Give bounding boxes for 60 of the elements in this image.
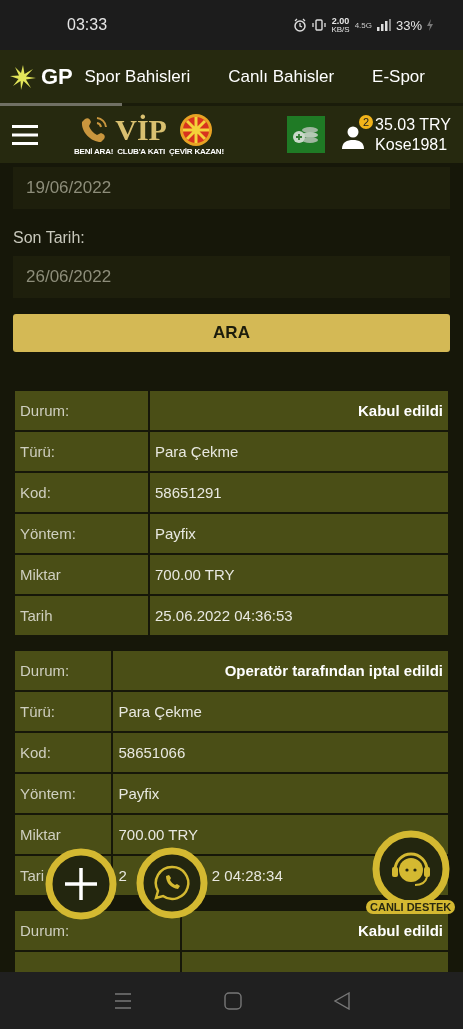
coins-icon bbox=[292, 124, 321, 145]
table-cell: 58651066 bbox=[113, 733, 448, 772]
field-label: Son Tarih: bbox=[13, 229, 86, 247]
nav-link[interactable]: Spor Bahisleri bbox=[84, 66, 191, 87]
table-cell: Kod: bbox=[15, 733, 112, 772]
table-cell: Kabul edildi bbox=[149, 391, 448, 430]
clock-time: 03:33 bbox=[67, 16, 108, 34]
table-cell: Para Çekme bbox=[113, 692, 448, 731]
table-cell: 25.06.2022 04:36:53 bbox=[149, 596, 448, 635]
deposit-button[interactable] bbox=[287, 116, 326, 153]
battery-level: 33% bbox=[395, 17, 422, 33]
speed-unit: KB/S bbox=[331, 25, 350, 34]
date-field[interactable]: 19/06/2022 bbox=[13, 167, 450, 209]
cell-text: 2 bbox=[118, 867, 127, 884]
charging-icon bbox=[427, 19, 433, 31]
network-type: 4.5G bbox=[354, 20, 372, 30]
nav-link[interactable]: Canlı Bahisler bbox=[228, 66, 335, 87]
vibrate-icon bbox=[312, 18, 327, 32]
user-icon[interactable] bbox=[341, 124, 366, 149]
add-button[interactable] bbox=[45, 848, 117, 920]
promo-label: ÇEVİR KAZAN! bbox=[168, 147, 224, 156]
table-cell: Durum: bbox=[15, 651, 112, 690]
username: Kose1981 bbox=[375, 134, 449, 155]
balance-amount: 35.03 TRY bbox=[375, 114, 451, 135]
table-cell: Durum: bbox=[15, 391, 148, 430]
table-cell: Payfix bbox=[113, 774, 448, 813]
recent-apps-icon[interactable] bbox=[113, 992, 132, 1009]
home-icon[interactable] bbox=[223, 991, 242, 1010]
table-cell: Tarih bbox=[15, 596, 148, 635]
promo-label: BENİ ARA! bbox=[74, 147, 114, 156]
support-label: CANLI DESTEK bbox=[366, 900, 456, 914]
table-cell: 58651291 bbox=[149, 473, 448, 512]
cell-text: 2 04:28:34 bbox=[211, 867, 283, 884]
prize-wheel-icon[interactable] bbox=[179, 113, 214, 147]
table-cell: Payfix bbox=[149, 514, 448, 553]
table-cell: Kod: bbox=[15, 473, 148, 512]
whatsapp-button[interactable] bbox=[136, 847, 208, 919]
search-button[interactable]: ARA bbox=[13, 314, 450, 352]
alarm-icon bbox=[293, 18, 308, 32]
date-field[interactable]: 26/06/2022 bbox=[13, 256, 450, 298]
menu-icon[interactable] bbox=[12, 124, 38, 145]
brand-logo[interactable]: GP bbox=[41, 63, 73, 90]
table-cell: Yöntem: bbox=[15, 514, 148, 553]
notification-badge: 2 bbox=[359, 114, 374, 129]
table-cell: Miktar bbox=[15, 555, 148, 594]
nav-link[interactable]: E-Spor bbox=[372, 66, 425, 87]
speed-value: 2.00 bbox=[331, 16, 350, 26]
live-support-button[interactable]: CANLI DESTEK bbox=[366, 830, 456, 914]
table-cell: Para Çekme bbox=[149, 432, 448, 471]
table-cell: Kabul edildi bbox=[182, 911, 448, 950]
table-cell: Yöntem: bbox=[15, 774, 112, 813]
back-icon[interactable] bbox=[333, 991, 350, 1010]
table-cell: Türü: bbox=[15, 432, 148, 471]
vip-logo[interactable]: VİP bbox=[115, 113, 167, 147]
table-cell: Operatör tarafından iptal edildi bbox=[113, 651, 448, 690]
table-cell: 700.00 TRY bbox=[149, 555, 448, 594]
table-cell: Türü: bbox=[15, 692, 112, 731]
table-cell: Miktar bbox=[15, 815, 112, 854]
signal-icon bbox=[376, 19, 391, 31]
promo-label: CLUB'A KATI bbox=[117, 147, 165, 156]
